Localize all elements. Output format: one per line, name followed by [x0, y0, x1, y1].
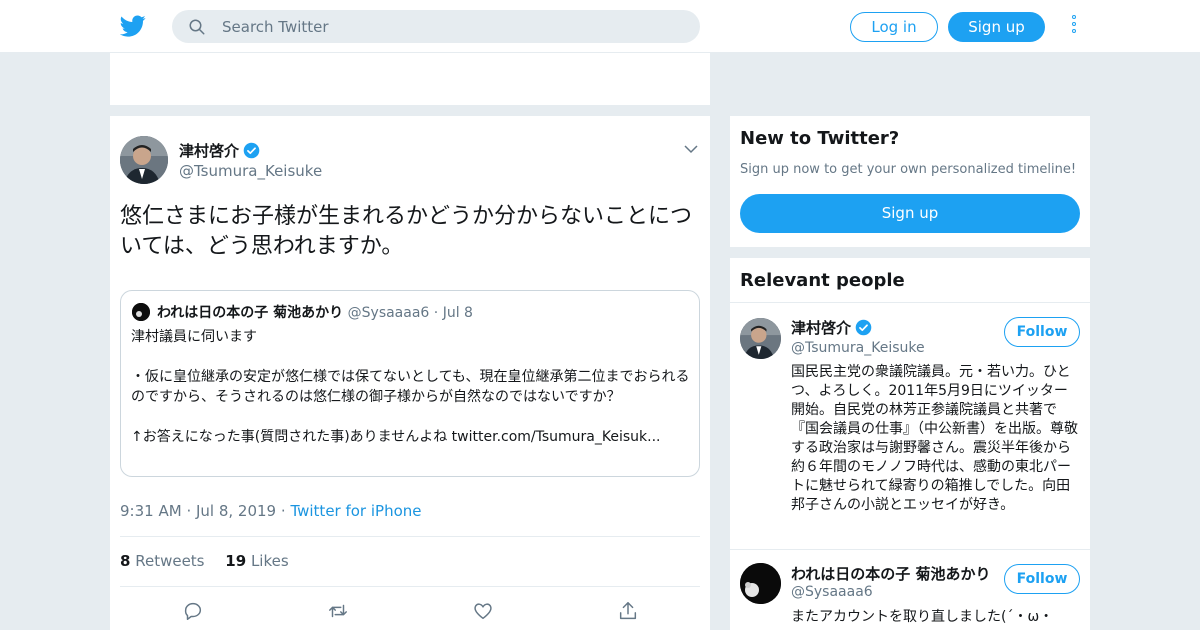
tweet-author-name[interactable]: 津村啓介 [179, 140, 260, 161]
avatar[interactable] [740, 318, 781, 359]
new-to-twitter-card: New to Twitter? Sign up now to get your … [730, 116, 1090, 247]
person-handle[interactable]: @Tsumura_Keisuke [791, 340, 925, 356]
tweet-card: 津村啓介 @Tsumura_Keisuke 悠仁さまにお子様が生まれるかどうか分… [110, 116, 710, 630]
avatar[interactable] [740, 563, 781, 604]
verified-icon [855, 319, 872, 336]
likes-count: 19 [225, 552, 247, 570]
chevron-down-icon[interactable] [684, 142, 698, 156]
person-name[interactable]: われは日の本の子 菊池あかり [791, 563, 990, 584]
twitter-bird-icon[interactable] [120, 13, 146, 39]
avatar [132, 303, 150, 321]
relevant-people-card: Relevant people 津村啓介 @Tsumura_Keisuke Fo… [730, 258, 1090, 630]
author-name-text[interactable]: 津村啓介 [179, 142, 239, 160]
search-box [172, 10, 700, 43]
quoted-tweet[interactable]: われは日の本の子 菊池あかり @Sysaaaa6 · Jul 8 津村議員に伺い… [120, 290, 700, 477]
likes-stat[interactable]: 19 Likes [225, 552, 288, 570]
follow-button[interactable]: Follow [1004, 564, 1080, 594]
person-bio: またアカウントを取り直しました(´・ω・ [791, 609, 1054, 625]
quoted-author-handle: @Sysaaaa6 [347, 305, 430, 321]
divider [120, 536, 700, 537]
person-item: 津村啓介 @Tsumura_Keisuke Follow 国民民主党の衆議院議員… [730, 303, 1090, 549]
tweet-stats: 8 Retweets 19 Likes [120, 552, 305, 570]
like-icon[interactable] [472, 600, 494, 622]
retweets-count: 8 [120, 552, 131, 570]
avatar[interactable] [120, 136, 168, 184]
person-name[interactable]: 津村啓介 [791, 317, 872, 338]
top-navigation-bar: Log in Sign up [0, 0, 1200, 53]
quoted-date: Jul 8 [442, 305, 473, 321]
divider [120, 586, 700, 587]
share-icon[interactable] [617, 600, 639, 622]
quoted-tweet-text: 津村議員に伺います ・仮に皇位継承の安定が悠仁様では保てないとしても、現在皇位継… [131, 327, 691, 447]
tweet-time[interactable]: 9:31 AM [120, 502, 182, 520]
relevant-people-title: Relevant people [740, 270, 905, 291]
verified-icon [243, 142, 260, 159]
search-input[interactable] [222, 10, 682, 43]
search-icon [189, 19, 205, 35]
retweets-stat[interactable]: 8 Retweets [120, 552, 205, 570]
reply-icon[interactable] [182, 600, 204, 622]
person-item: われは日の本の子 菊池あかり @Sysaaaa6 Follow またアカウントを… [730, 550, 1090, 630]
person-handle[interactable]: @Sysaaaa6 [791, 584, 873, 600]
tweet-date[interactable]: Jul 8, 2019 [196, 502, 276, 520]
tweet-author-handle[interactable]: @Tsumura_Keisuke [179, 162, 322, 180]
quoted-line: ↑お答えになった事(質問された事)ありませんよね twitter.com/Tsu… [131, 429, 661, 445]
new-to-twitter-subtitle: Sign up now to get your own personalized… [740, 162, 1077, 177]
more-vertical-icon[interactable] [1068, 15, 1080, 39]
likes-label: Likes [250, 552, 289, 570]
previous-tweet-card [110, 53, 710, 105]
follow-button[interactable]: Follow [1004, 317, 1080, 347]
quoted-author-name: われは日の本の子 菊池あかり [157, 305, 344, 321]
tweet-timestamp: 9:31 AM · Jul 8, 2019 · Twitter for iPho… [120, 502, 422, 520]
quoted-tweet-header: われは日の本の子 菊池あかり @Sysaaaa6 · Jul 8 [157, 305, 473, 321]
quoted-line: ・仮に皇位継承の安定が悠仁様では保てないとしても、現在皇位継承第二位までおられる… [131, 369, 690, 405]
tweet-source-link[interactable]: Twitter for iPhone [290, 502, 421, 520]
tweet-text: 悠仁さまにお子様が生まれるかどうか分からないことについては、どう思われますか。 [120, 204, 693, 259]
sidebar-signup-button[interactable]: Sign up [740, 194, 1080, 233]
retweet-icon[interactable] [327, 600, 349, 622]
signup-button[interactable]: Sign up [948, 12, 1045, 42]
login-button[interactable]: Log in [850, 12, 938, 42]
tweet-actions [182, 600, 642, 622]
person-bio: 国民民主党の衆議院議員。元・若い力。ひとつ、よろしく。2011年5月9日にツイッ… [791, 364, 1078, 513]
retweets-label: Retweets [135, 552, 205, 570]
new-to-twitter-title: New to Twitter? [740, 128, 900, 149]
person-name-text[interactable]: 津村啓介 [791, 319, 851, 337]
quoted-line: 津村議員に伺います [131, 329, 257, 345]
